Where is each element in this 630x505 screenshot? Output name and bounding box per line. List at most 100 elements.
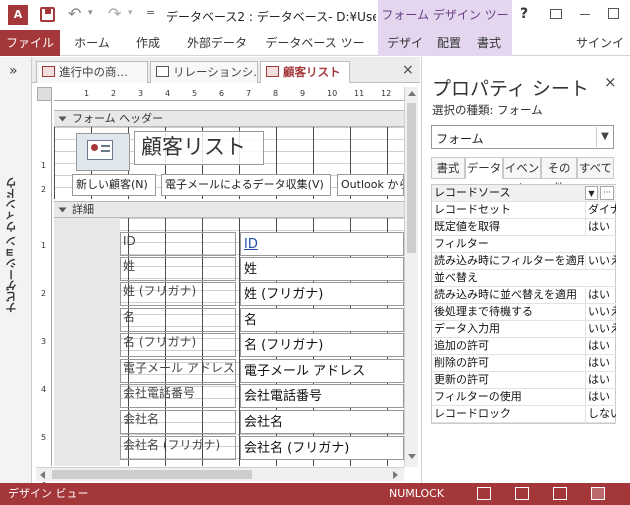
label-last-name-kana[interactable]: 姓 (フリガナ) (120, 282, 236, 306)
property-value[interactable]: はい (585, 372, 616, 388)
datasheet-view-icon[interactable] (515, 487, 529, 500)
property-row[interactable]: 読み込み時に並べ替えを適用 はい (432, 287, 616, 304)
label-last-name[interactable]: 姓 (120, 257, 236, 281)
design-view-icon[interactable] (591, 487, 605, 500)
new-customer-button[interactable]: 新しい顧客(N) (72, 174, 156, 196)
maximize-icon[interactable] (608, 8, 619, 19)
field-company-kana[interactable]: 会社名 (フリガナ) (240, 436, 404, 460)
vertical-scrollbar[interactable] (404, 87, 418, 467)
property-row[interactable]: 並べ替え (432, 270, 616, 287)
property-value[interactable]: いいえ (585, 253, 616, 269)
property-value[interactable]: はい (585, 389, 616, 405)
collect-data-email-button[interactable]: 電子メールによるデータ収集(V) (161, 174, 331, 196)
label-company[interactable]: 会社名 (120, 410, 236, 434)
tab-home[interactable]: ホーム (68, 30, 116, 56)
tab-external-data[interactable]: 外部データ (180, 30, 254, 56)
signin-link[interactable]: サインイン (576, 30, 630, 76)
field-first-name[interactable]: 名 (240, 308, 404, 332)
property-row[interactable]: フィルターの使用 はい (432, 389, 616, 406)
prop-tab-event[interactable]: イベント (503, 157, 541, 195)
property-value[interactable]: はい (585, 219, 616, 235)
field-last-name-kana[interactable]: 姓 (フリガナ) (240, 282, 404, 306)
help-button[interactable]: ? (520, 6, 528, 22)
horizontal-scrollbar[interactable] (36, 467, 404, 481)
vertical-ruler[interactable]: 12123456 (36, 101, 52, 490)
property-value[interactable]: いいえ (585, 304, 616, 320)
access-app-icon[interactable]: A (8, 5, 28, 25)
property-value[interactable]: はい (585, 287, 616, 303)
object-selector-dropdown[interactable]: フォーム ▼ (431, 125, 614, 149)
undo-dropdown-icon[interactable]: ▾ (88, 8, 93, 18)
form-header-bar[interactable]: フォーム ヘッダー (54, 110, 404, 127)
prop-tab-data[interactable]: データ (465, 157, 503, 179)
minimize-icon[interactable] (580, 14, 590, 15)
property-row[interactable]: 追加の許可 はい (432, 338, 616, 355)
property-value[interactable]: はい (585, 355, 616, 371)
redo-icon[interactable]: ↷ (108, 4, 121, 23)
nav-expand-button[interactable]: » (9, 63, 18, 79)
undo-icon[interactable]: ↶ (68, 4, 81, 23)
horizontal-ruler[interactable]: 1 2 3 4 5 6 7 8 9 10 11 12 (54, 87, 404, 101)
ribbon-display-icon[interactable] (550, 9, 562, 19)
tab-create[interactable]: 作成 (128, 30, 168, 56)
field-email[interactable]: 電子メール アドレス (240, 359, 404, 383)
scroll-thumb-h[interactable] (52, 470, 252, 479)
doc-tab-deals[interactable]: 進行中の商… (36, 61, 148, 83)
tab-design[interactable]: デザイン (384, 30, 426, 76)
field-last-name[interactable]: 姓 (240, 257, 404, 281)
close-document-button[interactable]: × (402, 62, 414, 78)
form-view-icon[interactable] (477, 487, 491, 500)
scroll-down-icon[interactable] (408, 454, 416, 459)
builder-icon[interactable]: ··· (600, 186, 614, 200)
prop-tab-format[interactable]: 書式 (431, 157, 465, 179)
property-value[interactable]: はい (585, 338, 616, 354)
property-value[interactable]: いいえ (585, 321, 616, 337)
label-id[interactable]: ID (120, 232, 236, 256)
tab-arrange[interactable]: 配置 (432, 30, 466, 56)
detail-section-bar[interactable]: 詳細 (54, 201, 404, 218)
property-row[interactable]: データ入力用 いいえ (432, 321, 616, 338)
property-row[interactable]: レコードソース ▼ ··· (432, 185, 616, 202)
tab-file[interactable]: ファイル (0, 30, 60, 56)
qat-customize-icon[interactable]: = (146, 6, 155, 19)
record-source-dropdown-icon[interactable]: ▼ (585, 186, 598, 200)
navigation-pane-label[interactable]: ナビゲーション ウィンドウ (4, 90, 28, 400)
property-value[interactable]: しない (585, 406, 616, 422)
property-row[interactable]: 後処理まで待機する いいえ (432, 304, 616, 321)
layout-view-icon[interactable] (553, 487, 567, 500)
label-first-name[interactable]: 名 (120, 308, 236, 332)
property-sheet-close-button[interactable]: × (604, 73, 617, 91)
outlook-import-button[interactable]: Outlook から (337, 174, 404, 196)
property-row[interactable]: フィルター (432, 236, 616, 253)
field-company[interactable]: 会社名 (240, 410, 404, 434)
label-first-name-kana[interactable]: 名 (フリガナ) (120, 333, 236, 357)
save-icon[interactable] (40, 7, 55, 22)
doc-tab-customer-list[interactable]: 顧客リスト (260, 61, 350, 84)
form-selector[interactable] (37, 87, 52, 101)
label-business-phone[interactable]: 会社電話番号 (120, 384, 236, 408)
property-row[interactable]: 削除の許可 はい (432, 355, 616, 372)
field-business-phone[interactable]: 会社電話番号 (240, 384, 404, 408)
scroll-left-icon[interactable] (40, 471, 45, 479)
property-row[interactable]: 既定値を取得 はい (432, 219, 616, 236)
property-value[interactable]: ダイナ (585, 202, 616, 218)
chevron-down-icon[interactable]: ▼ (596, 127, 613, 147)
field-id[interactable]: ID (240, 232, 404, 256)
property-row[interactable]: レコードセット ダイナ (432, 202, 616, 219)
scroll-up-icon[interactable] (408, 91, 416, 96)
header-logo-image[interactable] (76, 133, 130, 171)
redo-dropdown-icon[interactable]: ▾ (128, 8, 133, 18)
prop-tab-other[interactable]: その他 (541, 157, 577, 195)
doc-tab-relationships[interactable]: リレーションシ… (150, 61, 258, 83)
scroll-thumb[interactable] (407, 103, 416, 253)
tab-database-tools[interactable]: データベース ツール (262, 30, 368, 76)
property-row[interactable]: 読み込み時にフィルターを適用いいえ (432, 253, 616, 270)
tab-format[interactable]: 書式 (472, 30, 506, 56)
label-email[interactable]: 電子メール アドレス (120, 359, 236, 383)
property-row[interactable]: 更新の許可 はい (432, 372, 616, 389)
property-row[interactable]: レコードロック しない (432, 406, 616, 423)
form-title-label[interactable]: 顧客リスト (134, 131, 264, 165)
label-company-kana[interactable]: 会社名 (フリガナ) (120, 436, 236, 460)
scroll-right-icon[interactable] (393, 471, 398, 479)
field-first-name-kana[interactable]: 名 (フリガナ) (240, 333, 404, 357)
